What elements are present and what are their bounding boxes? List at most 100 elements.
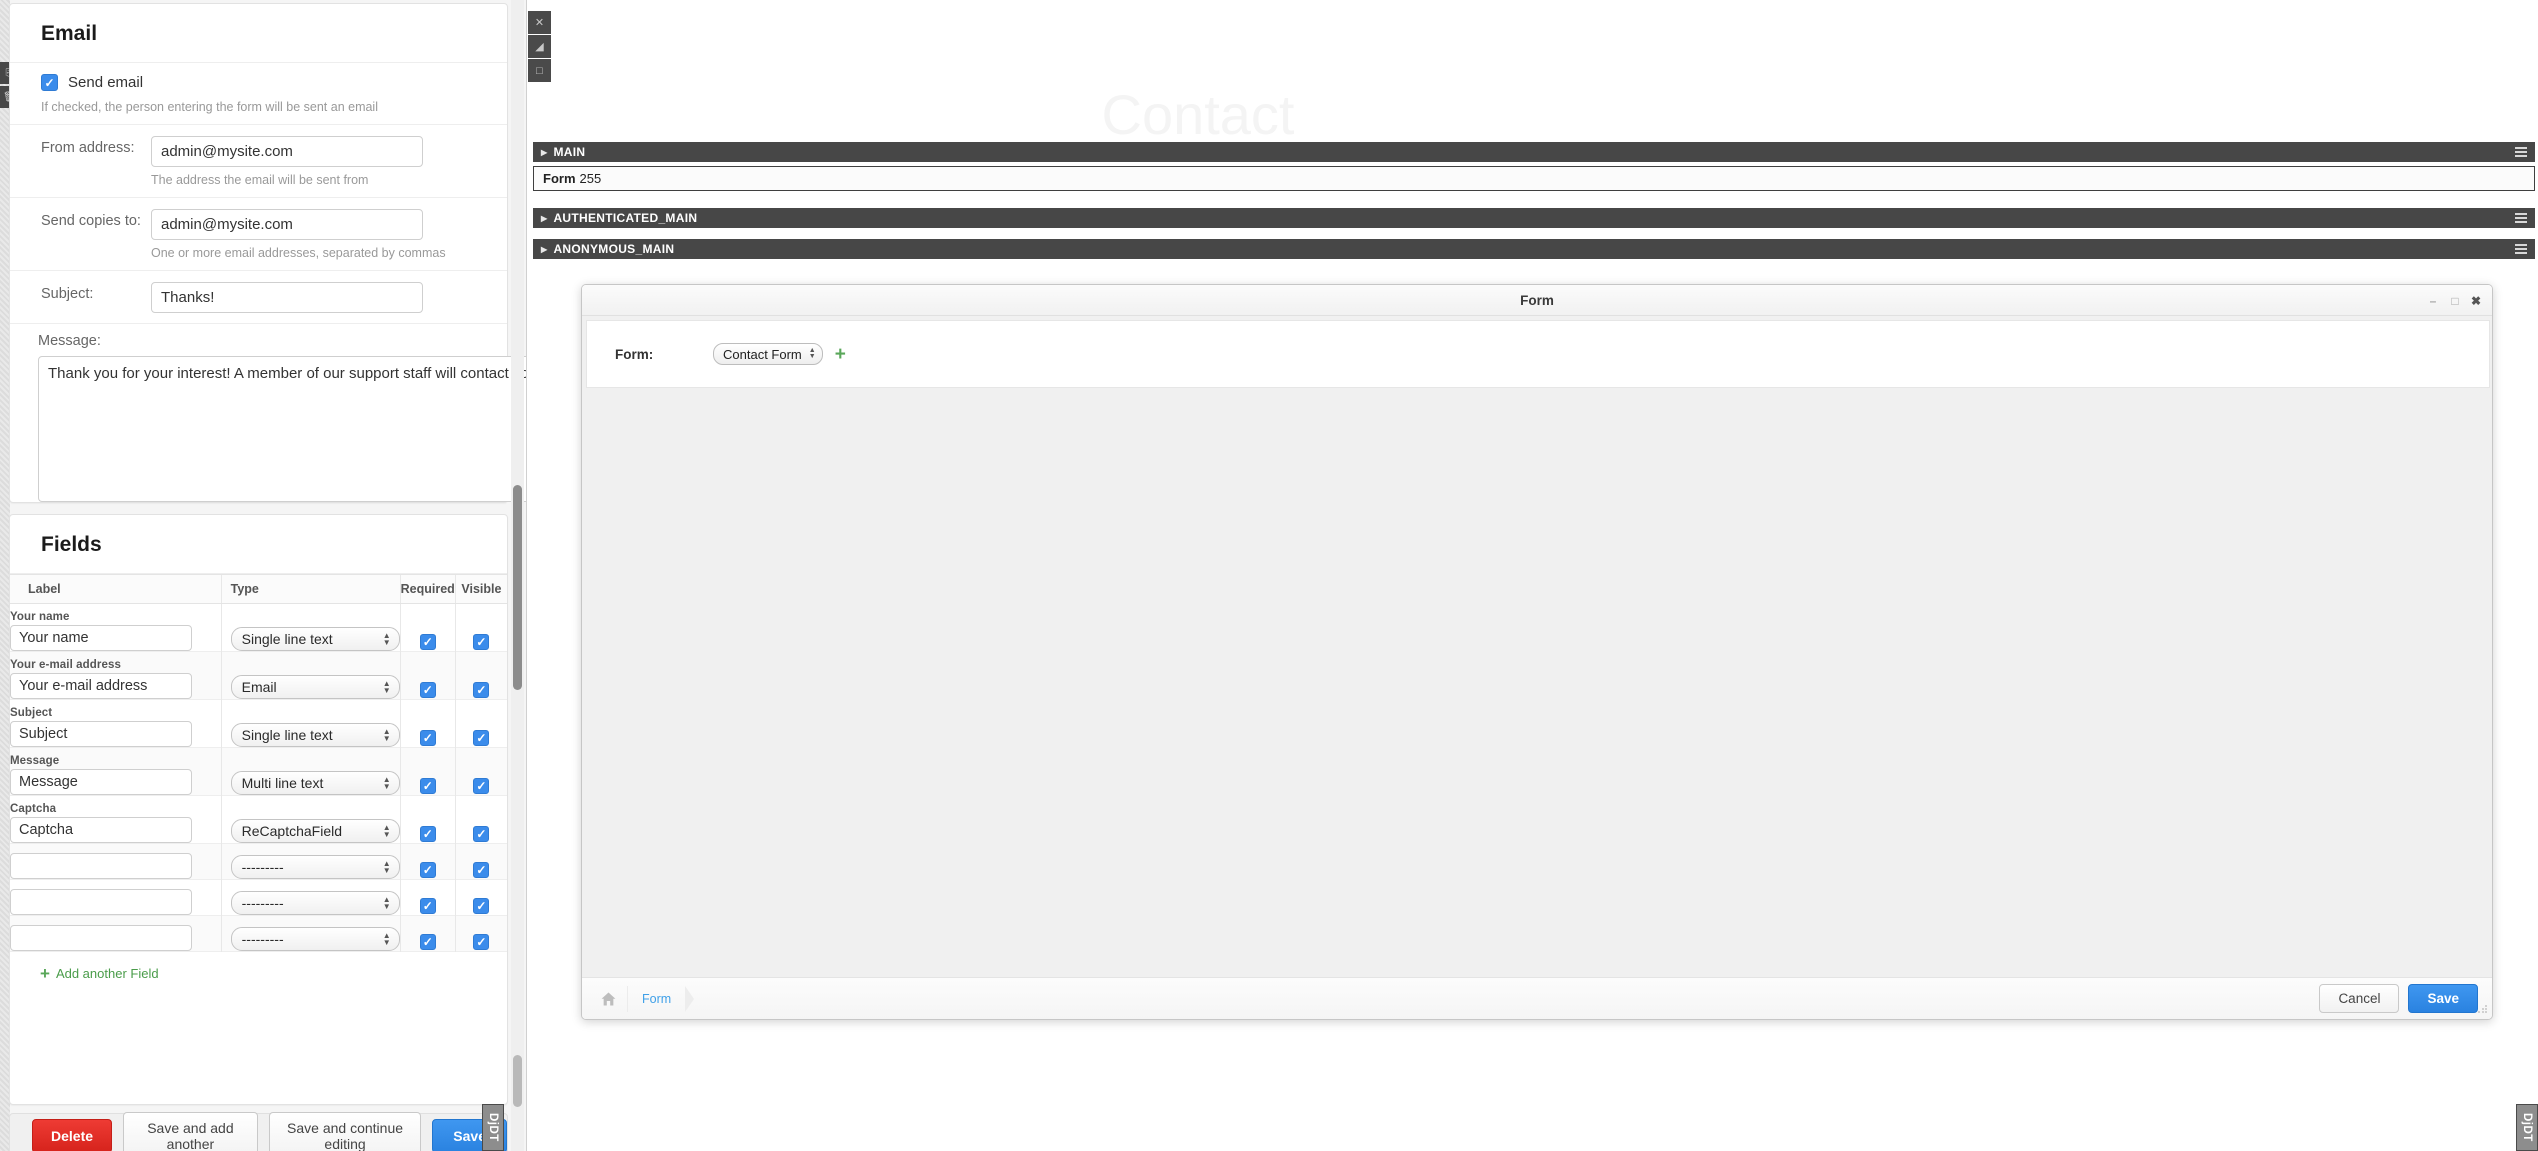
placeholder-bar-anonymous-main[interactable]: ▶ ANONYMOUS_MAIN [533, 239, 2535, 259]
field-label-input[interactable] [10, 925, 192, 951]
send-copies-input[interactable] [151, 209, 423, 240]
save-and-add-another-button[interactable]: Save and add another [123, 1111, 258, 1151]
field-required-checkbox[interactable] [419, 862, 436, 878]
chevron-right-icon: ▶ [541, 213, 548, 223]
fields-module-title: Fields [10, 515, 507, 574]
menu-icon[interactable] [2515, 147, 2527, 157]
table-row: Subject Single line text ▲▼ [10, 699, 507, 748]
subject-row: Subject: [10, 271, 507, 324]
copy-glyph: □ [536, 64, 543, 77]
field-type-select[interactable]: ReCaptchaField ▲ ▼ [230, 819, 400, 843]
page-title-watermark: Contact [1101, 83, 1295, 146]
from-address-input[interactable] [151, 136, 423, 167]
field-visible-checkbox[interactable] [473, 634, 490, 650]
field-type-select[interactable]: --------- ▲ ▼ [230, 927, 400, 951]
minimize-icon[interactable]: – [2426, 294, 2440, 308]
field-required-cell [399, 879, 456, 916]
field-label-input[interactable] [10, 673, 192, 699]
column-header-visible: Visible [454, 574, 507, 604]
field-required-checkbox[interactable] [419, 934, 436, 950]
field-type-select[interactable]: Single line text ▲ ▼ [230, 723, 400, 747]
field-required-checkbox[interactable] [419, 826, 436, 842]
collapse-icon[interactable]: ◢ [528, 35, 551, 58]
field-visible-checkbox[interactable] [473, 682, 490, 698]
send-email-label: Send email [68, 74, 144, 91]
field-visible-cell [454, 795, 507, 844]
field-required-cell [399, 843, 456, 880]
panel-scrollbar-thumb[interactable] [513, 485, 522, 690]
field-visible-checkbox[interactable] [473, 862, 490, 878]
home-icon[interactable] [590, 985, 628, 1012]
panel-scrollbar-thumb-secondary[interactable] [513, 1055, 522, 1107]
debug-toolbar-tab-right[interactable]: DjDT [2516, 1104, 2538, 1151]
menu-icon[interactable] [2515, 213, 2527, 223]
chevron-updown-icon: ▲ ▼ [382, 895, 391, 911]
field-label-cell [10, 880, 221, 916]
placeholder-bar-main[interactable]: ▶ MAIN [533, 142, 2535, 162]
table-row: Captcha ReCaptchaField ▲▼ [10, 795, 507, 844]
field-type-cell: Single line text ▲ ▼ [220, 603, 401, 652]
close-icon[interactable]: ✕ [528, 11, 551, 34]
close-icon[interactable]: ✖ [2469, 294, 2483, 308]
field-label-input[interactable] [10, 625, 192, 651]
from-address-label: From address: [41, 140, 135, 156]
field-type-select[interactable]: Email ▲ ▼ [230, 675, 400, 699]
email-module-title: Email [10, 4, 507, 63]
field-required-checkbox[interactable] [419, 730, 436, 746]
field-required-checkbox[interactable] [419, 898, 436, 914]
add-another-field-button[interactable]: + Add another Field [10, 952, 159, 982]
field-type-value: Email [241, 679, 277, 695]
field-visible-checkbox[interactable] [473, 898, 490, 914]
field-required-cell [399, 603, 456, 652]
field-visible-checkbox[interactable] [473, 778, 490, 794]
field-type-select[interactable]: Multi line text ▲ ▼ [230, 771, 400, 795]
field-label-input[interactable] [10, 817, 192, 843]
modal-resize-handle[interactable] [2477, 1004, 2488, 1015]
field-visible-checkbox[interactable] [473, 934, 490, 950]
field-type-select[interactable]: --------- ▲ ▼ [230, 891, 400, 915]
message-textarea[interactable] [38, 356, 526, 502]
field-caption [10, 844, 221, 853]
field-label-input[interactable] [10, 769, 192, 795]
add-form-icon[interactable]: + [835, 345, 846, 364]
debug-toolbar-tab-left[interactable]: DjDT [482, 1104, 504, 1151]
placeholder-bar-authenticated-main[interactable]: ▶ AUTHENTICATED_MAIN [533, 208, 2535, 228]
breadcrumb-item-form[interactable]: Form [628, 992, 685, 1006]
field-label-cell [10, 916, 221, 952]
field-type-select[interactable]: --------- ▲ ▼ [230, 855, 400, 879]
table-row: Message Multi line text ▲▼ [10, 747, 507, 796]
send-copies-label: Send copies to: [41, 213, 141, 229]
chevron-updown-icon: ▲ ▼ [382, 859, 391, 875]
field-label-input[interactable] [10, 853, 192, 879]
modal-titlebar[interactable]: Form – □ ✖ [582, 285, 2492, 316]
modal-save-button[interactable]: Save [2408, 984, 2478, 1013]
subject-label: Subject: [41, 286, 94, 302]
send-email-checkbox[interactable] [41, 74, 58, 91]
field-required-checkbox[interactable] [419, 634, 436, 650]
field-visible-cell [454, 651, 507, 700]
menu-icon[interactable] [2515, 244, 2527, 254]
field-label-input[interactable] [10, 721, 192, 747]
field-visible-cell [454, 879, 507, 916]
delete-button[interactable]: Delete [32, 1118, 113, 1151]
chevron-updown-icon: ▲ ▼ [382, 823, 391, 839]
field-required-checkbox[interactable] [419, 778, 436, 794]
form-select-value: Contact Form [723, 346, 802, 362]
field-label-input[interactable] [10, 889, 192, 915]
send-copies-row: Send copies to: One or more email addres… [10, 198, 507, 271]
field-visible-cell [454, 603, 507, 652]
field-visible-checkbox[interactable] [473, 826, 490, 842]
form-select[interactable]: Contact Form ▲ ▼ [713, 343, 823, 365]
field-required-checkbox[interactable] [419, 682, 436, 698]
field-caption: Captcha [10, 803, 57, 815]
modal-cancel-button[interactable]: Cancel [2319, 984, 2400, 1013]
send-email-row: Send email If checked, the person enteri… [10, 63, 507, 125]
copy-icon[interactable]: □ [528, 59, 551, 82]
field-type-value: --------- [241, 931, 284, 947]
save-and-continue-button[interactable]: Save and continue editing [268, 1111, 422, 1151]
field-visible-checkbox[interactable] [473, 730, 490, 746]
field-type-select[interactable]: Single line text ▲ ▼ [230, 627, 400, 651]
subject-input[interactable] [151, 282, 423, 313]
maximize-icon[interactable]: □ [2448, 294, 2462, 308]
plugin-item-form[interactable]: Form 255 [533, 166, 2535, 191]
